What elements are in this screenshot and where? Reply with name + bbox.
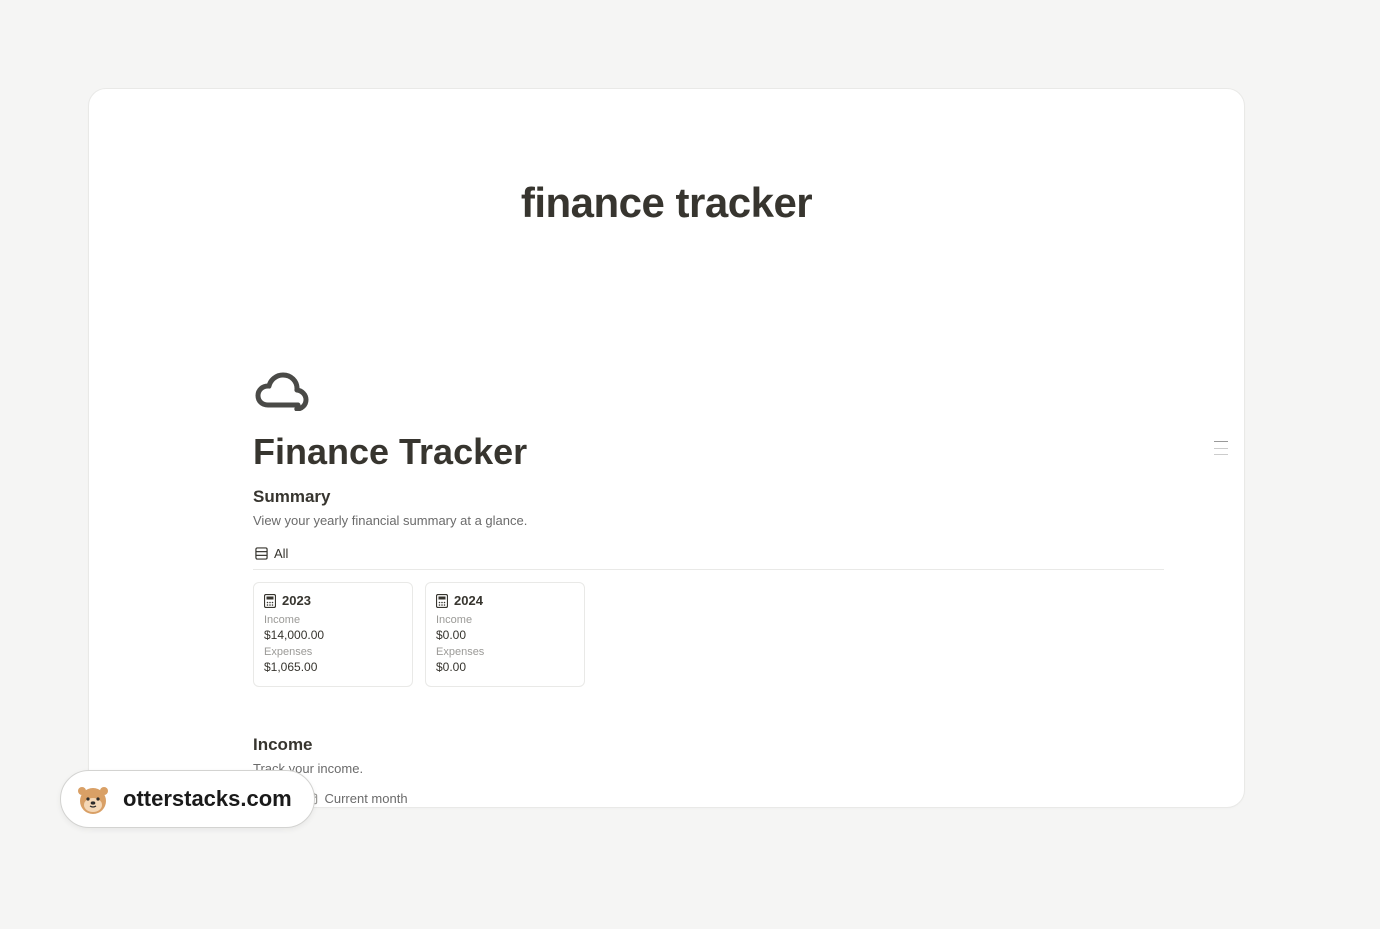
card-expenses-value: $1,065.00: [264, 660, 402, 674]
app-window: finance tracker Finance Tracker Summary …: [88, 88, 1245, 808]
summary-cards: 2023 Income $14,000.00 Expenses $1,065.0…: [253, 582, 1164, 687]
summary-heading: Summary: [253, 487, 1164, 507]
card-year: 2024: [454, 593, 483, 608]
summary-view-all[interactable]: All: [253, 542, 290, 567]
card-expenses-label: Expenses: [264, 646, 402, 658]
card-expenses-label: Expenses: [436, 646, 574, 658]
summary-description: View your yearly financial summary at a …: [253, 513, 1164, 528]
income-section: Income Track your income. All Current mo…: [253, 735, 1244, 808]
card-year: 2023: [282, 593, 311, 608]
card-income-value: $14,000.00: [264, 628, 402, 642]
card-expenses-value: $0.00: [436, 660, 574, 674]
income-heading: Income: [253, 735, 1244, 755]
calc-icon: [436, 594, 448, 608]
otter-icon: [75, 781, 111, 817]
summary-section: Summary View your yearly financial summa…: [253, 487, 1164, 687]
badge-text: otterstacks.com: [123, 786, 292, 812]
summary-card-2023[interactable]: 2023 Income $14,000.00 Expenses $1,065.0…: [253, 582, 413, 687]
otterstacks-badge[interactable]: otterstacks.com: [60, 770, 315, 828]
card-income-value: $0.00: [436, 628, 574, 642]
page-title: Finance Tracker: [253, 431, 527, 473]
calc-icon: [264, 594, 276, 608]
table-icon: [255, 547, 268, 560]
income-tabs: All Current month: [253, 790, 1244, 808]
header-title: finance tracker: [89, 179, 1244, 227]
summary-card-2024[interactable]: 2024 Income $0.00 Expenses $0.00: [425, 582, 585, 687]
summary-view-label: All: [274, 546, 288, 561]
income-description: Track your income.: [253, 761, 1244, 776]
outline-toggle[interactable]: [1214, 441, 1228, 455]
tab-current-month[interactable]: Current month: [305, 791, 407, 808]
tab-current-label: Current month: [324, 791, 407, 806]
divider: [253, 569, 1164, 570]
card-income-label: Income: [436, 614, 574, 626]
card-income-label: Income: [264, 614, 402, 626]
cloud-icon: [254, 371, 310, 411]
